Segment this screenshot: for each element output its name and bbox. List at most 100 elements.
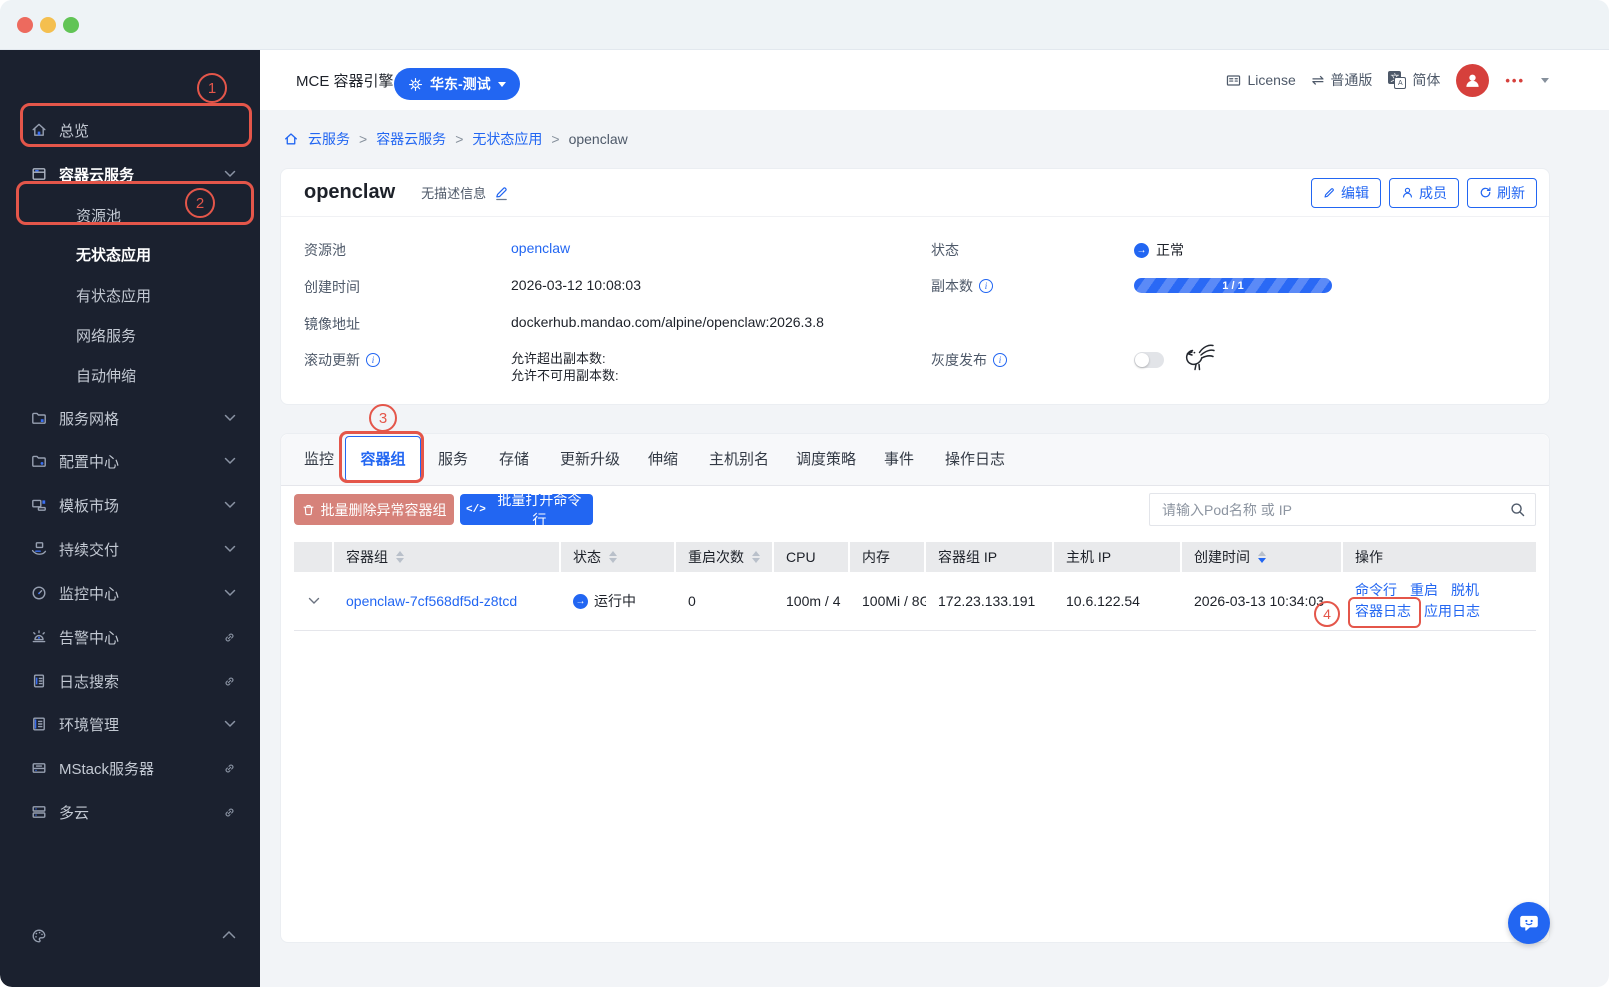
tab-operation-log[interactable]: 操作日志 [945,434,1005,485]
license-button[interactable]: License [1225,72,1296,89]
sort-icon-active-desc[interactable] [1258,551,1266,563]
sort-icon[interactable] [396,551,404,563]
sidebar-item-stateful-app[interactable]: 有状态应用 [0,275,260,315]
pod-cpu: 100m / 4 [786,593,841,609]
sidebar-item-config-center[interactable]: 配置中心 [0,441,260,481]
sidebar-item-env-manage[interactable]: 环境管理 [0,704,260,744]
gray-release-toggle[interactable] [1134,352,1164,368]
breadcrumb-cloud-service[interactable]: 云服务 [308,129,350,149]
tab-scaling[interactable]: 伸缩 [648,434,678,485]
tab-host-alias[interactable]: 主机别名 [709,434,769,485]
language-switch[interactable]: 文A 简体 [1388,70,1440,90]
user-avatar[interactable] [1456,63,1490,97]
product-switcher[interactable]: MCE 容器引擎 [296,50,409,110]
pod-search-input[interactable] [1149,493,1536,526]
row-actions: 命令行 重启 脱机 容器日志 应用日志 [1343,572,1536,630]
edition-switch[interactable]: ⇌ 普通版 [1312,70,1373,90]
sidebar-item-container-cloud-service[interactable]: 容器云服务 [0,154,260,194]
col-container-group[interactable]: 容器组 [334,542,561,572]
edit-button[interactable]: 编辑 [1311,177,1381,208]
refresh-button[interactable]: 刷新 [1467,177,1537,208]
image-value: dockerhub.mandao.com/alpine/openclaw:202… [511,314,824,330]
col-created[interactable]: 创建时间 [1182,542,1343,572]
multi-cloud-icon [30,803,48,821]
batch-delete-button[interactable]: 批量删除异常容器组 [294,494,454,525]
home-icon[interactable] [283,131,299,147]
chevron-down-icon [224,720,236,728]
sidebar-item-monitor-center[interactable]: 监控中心 [0,573,260,613]
sidebar-item-network-service[interactable]: 网络服务 [0,315,260,355]
translate-icon: 文A [1388,71,1407,89]
tab-schedule-policy[interactable]: 调度策略 [796,434,856,485]
tab-update-upgrade[interactable]: 更新升级 [560,434,620,485]
sidebar-item-service-mesh[interactable]: 服务网格 [0,398,260,438]
cluster-helm-icon [408,77,423,92]
env-manage-icon [30,715,48,733]
breadcrumb-container-cloud[interactable]: 容器云服务 [376,129,446,149]
info-icon[interactable]: i [979,279,993,293]
batch-terminal-button[interactable]: </> 批量打开命令行 [460,492,593,528]
info-icon[interactable]: i [993,353,1007,367]
col-memory: 内存 [850,542,926,572]
sidebar-item-continuous-delivery[interactable]: 持续交付 [0,529,260,569]
sidebar-item-stateless-app[interactable]: 无状态应用 [0,234,260,274]
action-terminal[interactable]: 命令行 [1355,581,1397,600]
cluster-selector[interactable]: 华东-测试 [394,68,520,100]
swap-arrows-icon: ⇌ [1311,72,1325,89]
sort-icon[interactable] [752,551,760,563]
action-restart[interactable]: 重启 [1410,581,1438,600]
tab-storage[interactable]: 存储 [499,434,529,485]
support-chat-button[interactable] [1508,902,1550,944]
external-link-icon [223,631,236,644]
header-right-tools: License ⇌ 普通版 文A 简体 ••• [1225,50,1549,110]
pool-value-link[interactable]: openclaw [511,240,570,256]
sidebar-item-mstack-server[interactable]: MStack服务器 [0,748,260,788]
mstack-server-icon [30,759,48,777]
overview-header: openclaw 无描述信息 编辑 成员 刷新 [281,169,1549,217]
theme-palette-icon[interactable] [30,927,48,945]
code-icon: </> [466,503,486,516]
external-link-icon [223,762,236,775]
template-market-icon [30,496,48,514]
tab-events[interactable]: 事件 [884,434,914,485]
log-search-icon [30,672,48,690]
action-app-log[interactable]: 应用日志 [1424,602,1480,621]
pod-name-link[interactable]: openclaw-7cf568df5d-z8tcd [334,572,561,630]
collapse-sidebar-icon[interactable] [222,930,236,939]
maximize-window-button[interactable] [63,17,79,33]
col-cpu: CPU [774,542,850,572]
sort-icon[interactable] [609,551,617,563]
row-expand-chevron[interactable] [294,572,334,630]
breadcrumb-stateless-app[interactable]: 无状态应用 [472,129,542,149]
tab-strip: 监控 容器组 服务 存储 更新升级 伸缩 主机别名 调度策略 事件 操作日志 [281,434,1549,486]
tab-container-group[interactable]: 容器组 [345,436,421,482]
sidebar-item-multi-cloud[interactable]: 多云 [0,792,260,832]
sidebar-item-overview[interactable]: 总览 [0,110,260,150]
col-status[interactable]: 状态 [561,542,676,572]
minimize-window-button[interactable] [40,17,56,33]
alert-center-icon [30,628,48,646]
col-restarts[interactable]: 重启次数 [676,542,774,572]
tab-monitor[interactable]: 监控 [304,434,334,485]
more-menu-icon[interactable]: ••• [1505,73,1525,88]
sidebar-item-template-market[interactable]: 模板市场 [0,485,260,525]
tab-service[interactable]: 服务 [438,434,468,485]
members-button[interactable]: 成员 [1389,177,1459,208]
sidebar-item-auto-scaling[interactable]: 自动伸缩 [0,355,260,395]
search-icon[interactable] [1509,501,1526,518]
info-icon[interactable]: i [366,353,380,367]
edit-description-icon[interactable] [494,185,509,201]
table-header: 容器组 状态 重启次数 CPU 内存 容器组 IP 主机 IP 创建时间 操作 [294,542,1536,572]
sidebar-item-resource-pool[interactable]: 资源池 [0,195,260,235]
action-offline[interactable]: 脱机 [1451,581,1479,600]
chevron-down-icon [497,81,506,87]
chevron-down-icon[interactable] [1541,77,1549,83]
pod-search [1149,493,1536,526]
sidebar-item-alert-center[interactable]: 告警中心 [0,617,260,657]
chat-smiley-icon [1520,915,1538,931]
action-container-log[interactable]: 容器日志 [1355,602,1411,621]
sidebar-item-log-search[interactable]: 日志搜索 [0,661,260,701]
chevron-down-icon [224,170,236,178]
close-window-button[interactable] [17,17,33,33]
status-label: 状态 [931,242,959,258]
